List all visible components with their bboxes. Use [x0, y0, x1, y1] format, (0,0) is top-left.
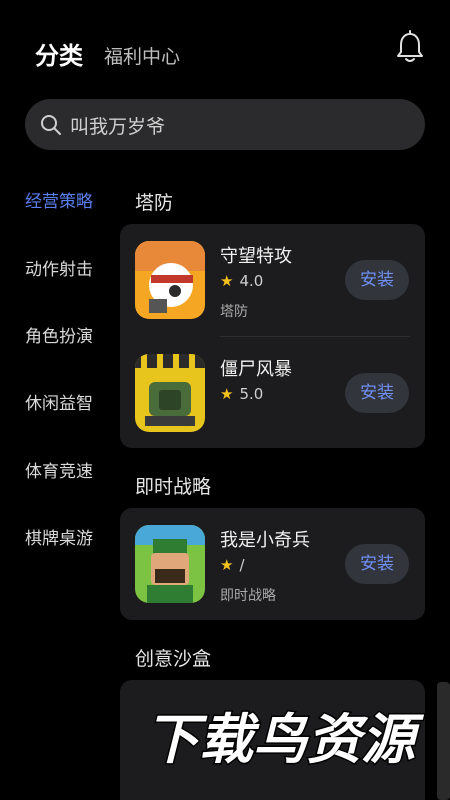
divider — [220, 336, 410, 337]
install-button[interactable]: 安装 — [345, 260, 409, 300]
star-icon: ★ — [220, 385, 234, 403]
app-tag: 塔防 — [220, 304, 248, 320]
app-rating: ★ 5.0 — [220, 385, 263, 403]
watermark-logo: 下载鸟资源 — [144, 707, 427, 773]
install-button[interactable]: 安装 — [345, 544, 409, 584]
section-title-sandbox: 创意沙盒 — [135, 648, 212, 670]
app-rating: ★ 4.0 — [220, 272, 263, 290]
app-rating: ★ / — [220, 556, 245, 574]
star-icon: ★ — [220, 556, 234, 574]
rating-value: 5.0 — [239, 385, 264, 403]
search-bar[interactable]: 叫我万岁爷 — [25, 99, 425, 150]
category-item-board[interactable]: 棋牌桌游 — [25, 524, 93, 549]
category-item-sports[interactable]: 体育竞速 — [25, 457, 93, 482]
rating-value: 4.0 — [239, 272, 264, 290]
top-bar: 分类 福利中心 — [0, 0, 450, 100]
category-item-rpg[interactable]: 角色扮演 — [25, 322, 93, 347]
tab-category[interactable]: 分类 — [35, 36, 83, 71]
app-name[interactable]: 我是小奇兵 — [220, 526, 310, 552]
section-title-rts: 即时战略 — [135, 476, 212, 498]
category-item-strategy[interactable]: 经营策略 — [25, 187, 93, 212]
app-name[interactable]: 僵尸风暴 — [220, 355, 292, 381]
bell-icon[interactable] — [396, 30, 424, 64]
rating-value: / — [239, 556, 245, 574]
app-icon-shouwang[interactable] — [135, 241, 205, 319]
tab-welfare-center[interactable]: 福利中心 — [104, 42, 180, 69]
app-name[interactable]: 守望特攻 — [220, 242, 292, 268]
svg-text:下载鸟资源: 下载鸟资源 — [145, 708, 425, 771]
category-item-action[interactable]: 动作射击 — [25, 255, 93, 280]
app-icon-jiangshi[interactable] — [135, 354, 205, 432]
install-button[interactable]: 安装 — [345, 373, 409, 413]
star-icon: ★ — [220, 272, 234, 290]
section-title-tower-defense: 塔防 — [135, 192, 174, 214]
app-icon-xiaoqibing[interactable] — [135, 525, 205, 603]
app-card-group: 我是小奇兵 ★ / 即时战略 安装 — [120, 508, 425, 620]
category-item-casual[interactable]: 休闲益智 — [25, 389, 93, 414]
app-card-group: 守望特攻 ★ 4.0 塔防 安装 僵尸风暴 ★ 5.0 安装 — [120, 224, 425, 448]
search-placeholder: 叫我万岁爷 — [70, 116, 166, 138]
app-tag: 即时战略 — [220, 588, 276, 604]
search-icon — [41, 115, 61, 135]
